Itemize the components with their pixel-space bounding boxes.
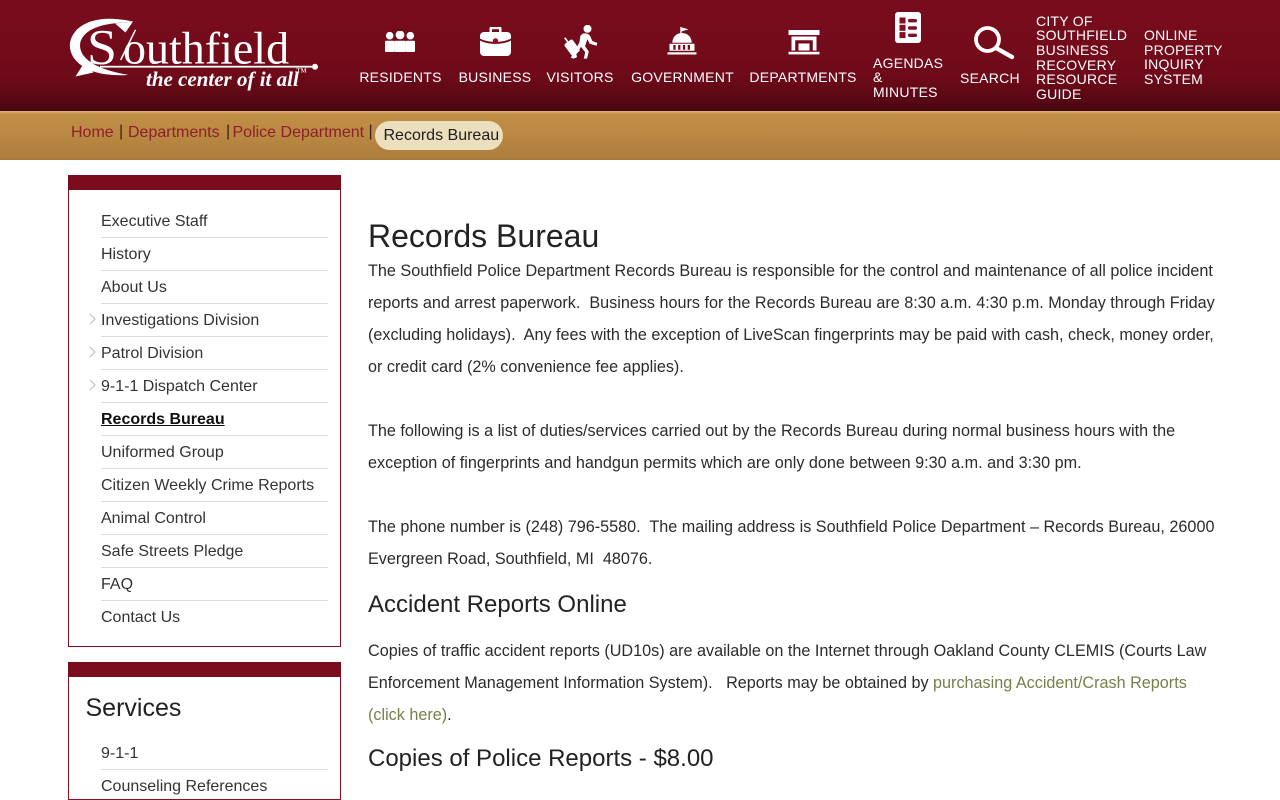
svg-text:™: ™ (296, 67, 307, 79)
svg-text:the center of it all: the center of it all (146, 67, 299, 91)
